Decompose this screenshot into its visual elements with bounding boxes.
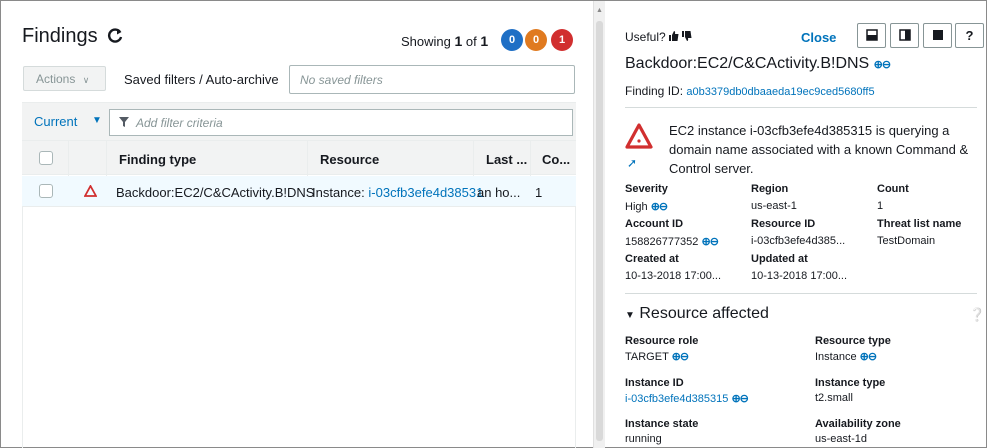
threat-list-label: Threat list name [877, 218, 962, 230]
filter-input[interactable]: Add filter criteria [109, 109, 573, 136]
help-button[interactable]: ? [955, 23, 984, 48]
availability-zone-label: Availability zone [815, 418, 901, 430]
resource-id-label: Resource ID [751, 218, 816, 230]
threat-list-value: TestDomain [877, 235, 936, 247]
severity-label: Severity [625, 183, 668, 195]
resource-cell: Instance: i-03cfb3efe4d38531 [312, 185, 484, 200]
instance-id-value: i-03cfb3efe4d385315 ⊕⊖ [625, 393, 749, 405]
divider [625, 107, 977, 108]
col-last-seen[interactable]: Last ... [486, 152, 527, 167]
filter-bar: Current ▼ Add filter criteria [22, 102, 576, 140]
finding-title: Backdoor:EC2/C&CActivity.B!DNS ⊕⊖ [625, 55, 891, 72]
row-checkbox[interactable] [39, 184, 53, 198]
table-body [22, 207, 576, 448]
col-finding-type[interactable]: Finding type [119, 152, 196, 167]
actions-dropdown[interactable]: Actions ∨ [23, 66, 106, 91]
instance-state-value: running [625, 433, 662, 445]
updated-at-value: 10-13-2018 17:00... [751, 270, 848, 282]
resource-role-value: TARGET ⊕⊖ [625, 351, 689, 363]
bottom-panel-view-button[interactable] [857, 23, 886, 48]
zoom-icons[interactable]: ⊕⊖ [874, 59, 891, 71]
chevron-down-icon: ∨ [82, 75, 90, 85]
caret-down-icon[interactable]: ▼ [92, 115, 102, 126]
external-link-icon[interactable]: ➚ [627, 156, 637, 170]
page-title: Findings [22, 25, 98, 47]
severity-value: High ⊕⊖ [625, 201, 668, 213]
count-label: Count [877, 183, 909, 195]
findings-panel: Findings Showing 1 of 1 0 0 1 Actions ∨ … [1, 1, 593, 448]
filter-placeholder: Add filter criteria [136, 116, 223, 130]
actions-label: Actions [36, 72, 76, 86]
account-id-label: Account ID [625, 218, 684, 230]
instance-id-label: Instance ID [625, 377, 684, 389]
refresh-icon[interactable] [106, 27, 124, 50]
scrollbar[interactable]: ▲ [593, 1, 605, 448]
showing-count: Showing 1 of 1 [401, 33, 489, 49]
resource-type-label: Resource type [815, 335, 891, 347]
region-value: us-east-1 [751, 200, 797, 212]
saved-filters-select[interactable]: No saved filters [289, 65, 575, 94]
instance-type-label: Instance type [815, 377, 886, 389]
last-seen-cell: an ho... [477, 185, 521, 200]
alert-triangle-icon [625, 123, 653, 149]
instance-id-link[interactable]: i-03cfb3efe4d385315 [625, 393, 728, 405]
warning-icon [84, 185, 97, 197]
resource-type-value: Instance ⊕⊖ [815, 351, 877, 363]
created-at-value: 10-13-2018 17:00... [625, 270, 722, 282]
close-button[interactable]: Close [801, 30, 836, 45]
col-count[interactable]: Co... [542, 152, 570, 167]
scroll-up-icon[interactable]: ▲ [596, 7, 603, 14]
updated-at-label: Updated at [751, 253, 808, 265]
panel-right-icon [899, 29, 911, 41]
finding-id-value: a0b3379db0dbaaeda19ec9ced5680ff5 [686, 86, 875, 98]
account-id-value: 158826777352 ⊕⊖ [625, 236, 719, 248]
resource-id-link[interactable]: i-03cfb3efe4d385... [751, 235, 845, 247]
caret-down-icon: ▼ [625, 310, 635, 321]
table-row[interactable]: Backdoor:EC2/C&CActivity.B!DNS Instance:… [22, 176, 576, 207]
panel-bottom-icon [866, 29, 878, 41]
resource-affected-toggle[interactable]: ▼ Resource affected [625, 305, 769, 323]
instance-type-value: t2.small [815, 392, 853, 404]
medium-severity-badge[interactable]: 0 [525, 29, 547, 51]
current-filter-dropdown[interactable]: Current [34, 114, 77, 129]
help-icon[interactable]: ❔ [969, 307, 985, 323]
panel-full-icon [933, 30, 943, 40]
finding-id: Finding ID: a0b3379db0dbaaeda19ec9ced568… [625, 84, 875, 98]
guardduty-console: Findings Showing 1 of 1 0 0 1 Actions ∨ … [0, 0, 987, 448]
funnel-icon [119, 117, 129, 127]
useful-label: Useful? [625, 30, 666, 44]
finding-type-cell: Backdoor:EC2/C&CActivity.B!DNS [116, 185, 315, 200]
instance-state-label: Instance state [625, 418, 699, 430]
count-cell: 1 [535, 185, 543, 200]
finding-description: EC2 instance i-03cfb3efe4d385315 is quer… [669, 123, 969, 176]
created-at-label: Created at [625, 253, 679, 265]
scroll-thumb[interactable] [596, 21, 603, 441]
divider [625, 293, 977, 294]
low-severity-badge[interactable]: 0 [501, 29, 523, 51]
thumbs-up-icon[interactable] [669, 31, 679, 41]
count-value: 1 [877, 200, 884, 212]
availability-zone-value: us-east-1d [815, 433, 867, 445]
resource-role-label: Resource role [625, 335, 699, 347]
thumbs-down-icon[interactable] [682, 31, 692, 41]
finding-detail-panel: Useful? Close ? Backdoor:EC2/C&CActivity… [605, 1, 987, 448]
select-all-checkbox[interactable] [39, 151, 53, 165]
col-resource[interactable]: Resource [320, 152, 379, 167]
high-severity-badge[interactable]: 1 [551, 29, 573, 51]
full-panel-view-button[interactable] [923, 23, 952, 48]
table-header: Finding type Resource Last ... Co... [22, 140, 576, 176]
useful-feedback: Useful? [625, 30, 692, 44]
region-label: Region [751, 183, 789, 195]
saved-filters-label: Saved filters / Auto-archive [124, 72, 279, 87]
side-panel-view-button[interactable] [890, 23, 919, 48]
resource-link[interactable]: i-03cfb3efe4d38531 [368, 185, 483, 200]
resource-affected-title: Resource affected [639, 305, 769, 322]
